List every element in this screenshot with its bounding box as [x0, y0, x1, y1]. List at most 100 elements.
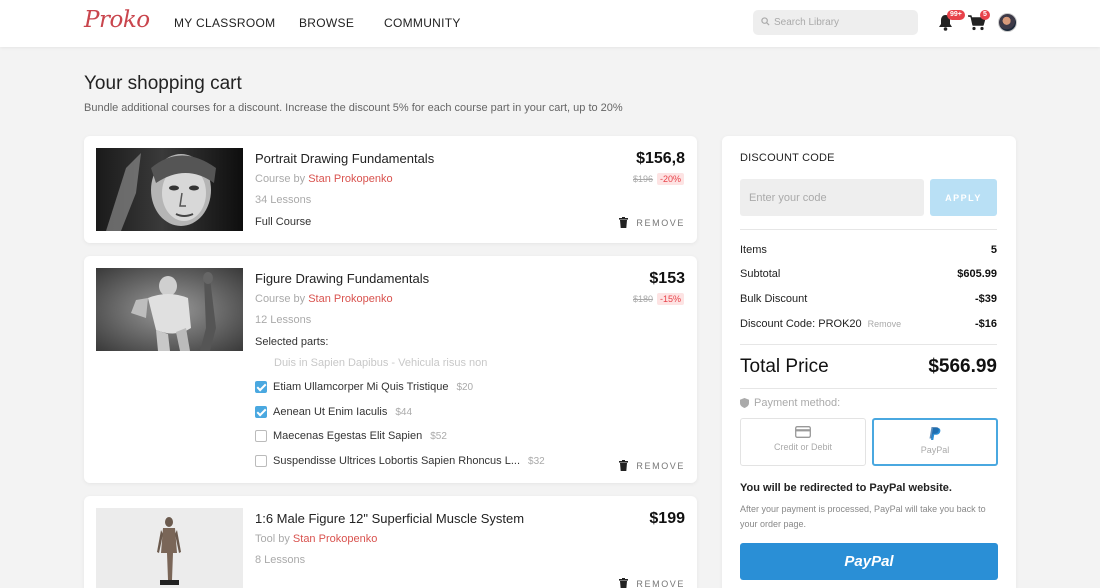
paypal-checkout-button[interactable]: PayPal — [740, 543, 998, 580]
cart-item-muscle-figure: 1:6 Male Figure 12" Superficial Muscle S… — [84, 496, 697, 588]
part-name: Maecenas Egestas Elit Sapien — [273, 430, 423, 442]
selected-parts-label: Selected parts: — [255, 336, 329, 348]
remove-label: REMOVE — [636, 460, 685, 471]
part-name: Duis in Sapien Dapibus - Vehicula risus … — [274, 357, 488, 369]
lesson-count: 12 Lessons — [255, 314, 312, 326]
part-checkbox[interactable] — [255, 406, 267, 418]
part-checkbox[interactable] — [255, 381, 267, 393]
part-row[interactable]: Suspendisse Ultrices Lobortis Sapien Rho… — [255, 455, 545, 467]
proko-logo[interactable]: Proko — [84, 7, 150, 33]
remove-label: REMOVE — [636, 217, 685, 228]
part-row-disabled: Duis in Sapien Dapibus - Vehicula risus … — [274, 357, 487, 369]
author-prefix: Course by — [255, 293, 306, 305]
top-navbar: Proko MY CLASSROOM BROWSE COMMUNITY 99+ … — [0, 0, 1100, 47]
cart-item-figure: Figure Drawing Fundamentals Course by St… — [84, 256, 697, 483]
cart-item-portrait: Portrait Drawing Fundamentals Course by … — [84, 136, 697, 243]
search-input[interactable] — [774, 14, 912, 31]
part-row[interactable]: Maecenas Egestas Elit Sapien $52 — [255, 430, 447, 442]
page-subtitle: Bundle additional courses for a discount… — [84, 102, 623, 114]
nav-my-classroom[interactable]: MY CLASSROOM — [174, 16, 275, 30]
part-price: $52 — [430, 430, 447, 442]
portrait-drawing-image — [96, 148, 243, 231]
shield-icon — [740, 398, 749, 408]
author-link[interactable]: Stan Prokopenko — [293, 533, 377, 545]
course-title[interactable]: Figure Drawing Fundamentals — [255, 271, 429, 286]
remove-code-link[interactable]: Remove — [868, 319, 902, 329]
search-icon — [761, 17, 770, 26]
bulk-discount-value: -$39 — [974, 293, 997, 305]
discount-code-row: Discount Code: PROK20 Remove — [740, 318, 901, 330]
course-author-line: Course by Stan Prokopenko — [255, 173, 393, 185]
payment-option-label: PayPal — [920, 445, 950, 455]
part-name: Suspendisse Ultrices Lobortis Sapien Rho… — [273, 455, 521, 467]
payment-option-card[interactable]: Credit or Debit — [740, 418, 866, 466]
item-price: $156,8 — [636, 150, 685, 167]
discount-code-value: -$16 — [974, 318, 997, 330]
author-prefix: Course by — [255, 173, 306, 185]
author-prefix: Tool by — [255, 533, 290, 545]
items-label: Items — [740, 244, 767, 256]
notifications-badge: 99+ — [947, 10, 965, 20]
search-box[interactable] — [753, 10, 918, 35]
bulk-discount-label: Bulk Discount — [740, 293, 808, 305]
nav-browse[interactable]: BROWSE — [299, 16, 354, 30]
discount-badge: -15% — [657, 293, 685, 305]
part-name: Etiam Ullamcorper Mi Quis Tristique — [273, 381, 449, 393]
discount-code-heading: DISCOUNT CODE — [740, 152, 835, 164]
remove-button[interactable]: REMOVE — [619, 217, 685, 228]
credit-card-icon — [795, 426, 811, 438]
payment-method-label: Payment method: — [740, 397, 840, 409]
trash-icon — [619, 578, 629, 588]
lesson-count: 8 Lessons — [255, 554, 306, 566]
divider — [740, 388, 997, 389]
remove-label: REMOVE — [636, 578, 685, 588]
redirect-note: After your payment is processed, PayPal … — [740, 504, 986, 529]
discount-badge: -20% — [657, 173, 685, 185]
author-link[interactable]: Stan Prokopenko — [308, 293, 392, 305]
course-title[interactable]: Portrait Drawing Fundamentals — [255, 151, 434, 166]
redirect-title: You will be redirected to PayPal website… — [740, 482, 952, 494]
part-checkbox[interactable] — [255, 455, 267, 467]
trash-icon — [619, 217, 629, 228]
course-thumbnail[interactable] — [96, 268, 243, 351]
product-title[interactable]: 1:6 Male Figure 12" Superficial Muscle S… — [255, 511, 524, 526]
discount-code-label: Discount Code: PROK20 — [740, 318, 862, 330]
apply-button[interactable]: APPLY — [930, 179, 997, 216]
item-price: $153 — [649, 270, 685, 287]
divider — [740, 344, 997, 345]
divider — [740, 229, 997, 230]
lesson-count: 34 Lessons — [255, 194, 312, 206]
figure-drawing-image — [96, 268, 243, 351]
logo-text: Proko — [84, 7, 150, 33]
part-checkbox[interactable] — [255, 430, 267, 442]
payment-method-text: Payment method: — [754, 397, 841, 409]
product-thumbnail[interactable] — [96, 508, 243, 588]
order-summary-panel: DISCOUNT CODE APPLY Items 5 Subtotal $60… — [722, 136, 1016, 588]
remove-button[interactable]: REMOVE — [619, 460, 685, 471]
remove-button[interactable]: REMOVE — [619, 578, 685, 588]
payment-option-paypal[interactable]: PayPal — [872, 418, 998, 466]
subtotal-value: $605.99 — [957, 268, 997, 280]
part-row[interactable]: Aenean Ut Enim Iaculis $44 — [255, 406, 412, 418]
trash-icon — [619, 460, 629, 471]
part-row[interactable]: Etiam Ullamcorper Mi Quis Tristique $20 — [255, 381, 473, 393]
original-price: $180 — [633, 294, 654, 304]
part-price: $20 — [456, 381, 474, 393]
nav-community[interactable]: COMMUNITY — [384, 16, 461, 30]
item-price: $199 — [649, 510, 685, 527]
total-price-value: $566.99 — [928, 356, 997, 377]
paypal-icon — [929, 427, 941, 440]
items-value: 5 — [990, 244, 997, 256]
page-title: Your shopping cart — [84, 73, 242, 94]
original-price: $196 — [633, 174, 654, 184]
subtotal-label: Subtotal — [740, 268, 781, 280]
discount-code-input[interactable] — [740, 179, 924, 216]
purchase-type: Full Course — [255, 216, 312, 228]
part-name: Aenean Ut Enim Iaculis — [273, 406, 388, 418]
total-price-label: Total Price — [740, 356, 829, 377]
user-avatar[interactable] — [998, 13, 1017, 32]
cart-badge: 5 — [980, 10, 990, 20]
course-author-line: Course by Stan Prokopenko — [255, 293, 393, 305]
course-thumbnail[interactable] — [96, 148, 243, 231]
author-link[interactable]: Stan Prokopenko — [308, 173, 392, 185]
